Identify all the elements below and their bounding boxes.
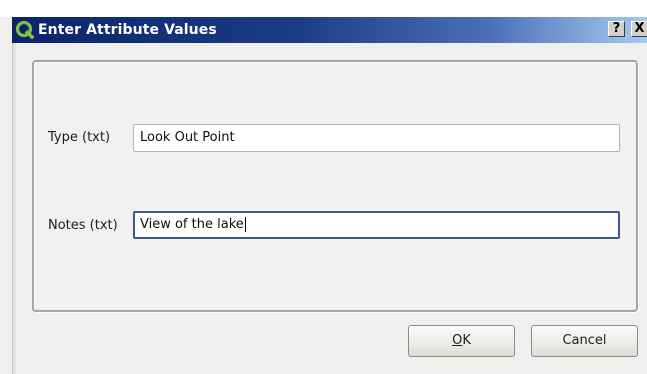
ok-button[interactable]: OK bbox=[408, 325, 515, 357]
ok-mnemonic: O bbox=[452, 333, 463, 348]
enter-attribute-values-dialog: Enter Attribute Values ? X Type (txt) Lo… bbox=[0, 0, 647, 374]
qgis-icon bbox=[15, 20, 35, 40]
notes-field-value: View of the lake bbox=[140, 217, 244, 232]
type-field-label: Type (txt) bbox=[48, 130, 111, 145]
help-button[interactable]: ? bbox=[608, 21, 625, 37]
dialog-left-frame bbox=[12, 43, 16, 374]
dialog-title: Enter Attribute Values bbox=[38, 22, 217, 38]
ok-label-rest: K bbox=[462, 333, 471, 348]
cancel-button[interactable]: Cancel bbox=[531, 325, 638, 357]
type-field-input[interactable]: Look Out Point bbox=[133, 124, 620, 152]
text-caret bbox=[244, 217, 246, 232]
desktop-background-strip bbox=[0, 0, 647, 17]
attribute-form-groupbox bbox=[32, 60, 638, 312]
close-button[interactable]: X bbox=[631, 21, 647, 37]
dialog-titlebar[interactable]: Enter Attribute Values ? X bbox=[12, 17, 647, 43]
notes-field-label: Notes (txt) bbox=[48, 218, 118, 233]
notes-field-input[interactable]: View of the lake bbox=[133, 211, 620, 239]
